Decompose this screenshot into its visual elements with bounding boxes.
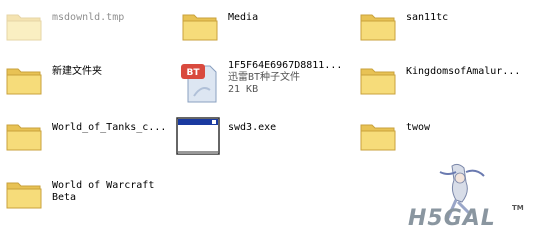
file-name-block: World of Warcraft Beta bbox=[52, 180, 154, 204]
file-name: World_of_Tanks_c... bbox=[52, 122, 167, 133]
folder-icon bbox=[360, 68, 396, 95]
file-name: Media bbox=[228, 12, 259, 23]
file-name: msdownld.tmp bbox=[52, 12, 125, 23]
file-type: 迅雷BT种子文件 bbox=[228, 72, 301, 83]
file-item-san11tc[interactable]: san11tc bbox=[358, 6, 508, 46]
folder-icon bbox=[6, 124, 42, 151]
bt-torrent-icon: BT bbox=[181, 64, 217, 103]
file-item-world-of-tanks[interactable]: World_of_Tanks_c... bbox=[4, 116, 174, 156]
file-name: twow bbox=[406, 122, 431, 133]
file-name: World of Warcraft bbox=[52, 180, 155, 191]
site-watermark-logo: H5GAL TM bbox=[400, 162, 530, 240]
folder-icon bbox=[6, 14, 42, 41]
file-item-twow[interactable]: twow bbox=[358, 116, 508, 156]
file-item-kingdoms[interactable]: KingdomsofAmalur... bbox=[358, 60, 528, 100]
file-item-msdownld[interactable]: msdownld.tmp bbox=[4, 6, 154, 46]
file-name: KingdomsofAmalur... bbox=[406, 66, 521, 77]
file-details: 1F5F64E6967D8811... 迅雷BT种子文件 21 KB bbox=[228, 60, 342, 96]
file-name: san11tc bbox=[406, 12, 449, 23]
file-name: swd3.exe bbox=[228, 122, 277, 133]
folder-icon bbox=[6, 68, 42, 95]
file-item-wow-beta[interactable]: World of Warcraft Beta bbox=[4, 174, 174, 214]
file-item-new-folder[interactable]: 新建文件夹 bbox=[4, 60, 154, 100]
folder-icon bbox=[6, 182, 42, 209]
file-name: 新建文件夹 bbox=[52, 66, 102, 77]
bt-badge-text: BT bbox=[187, 68, 201, 78]
folder-icon bbox=[360, 124, 396, 151]
file-item-swd3-exe[interactable]: swd3.exe bbox=[176, 116, 326, 156]
file-name-line2: Beta bbox=[52, 192, 77, 203]
application-window-icon bbox=[176, 117, 220, 155]
file-item-media[interactable]: Media bbox=[180, 6, 330, 46]
trademark-mark: TM bbox=[512, 204, 524, 212]
folder-icon bbox=[360, 14, 396, 41]
file-name: 1F5F64E6967D8811... bbox=[228, 60, 343, 71]
file-size: 21 KB bbox=[228, 84, 259, 95]
file-item-torrent[interactable]: BT 1F5F64E6967D8811... 迅雷BT种子文件 21 KB bbox=[180, 60, 350, 104]
watermark-text: H5GAL bbox=[408, 206, 496, 231]
folder-icon bbox=[182, 14, 218, 41]
